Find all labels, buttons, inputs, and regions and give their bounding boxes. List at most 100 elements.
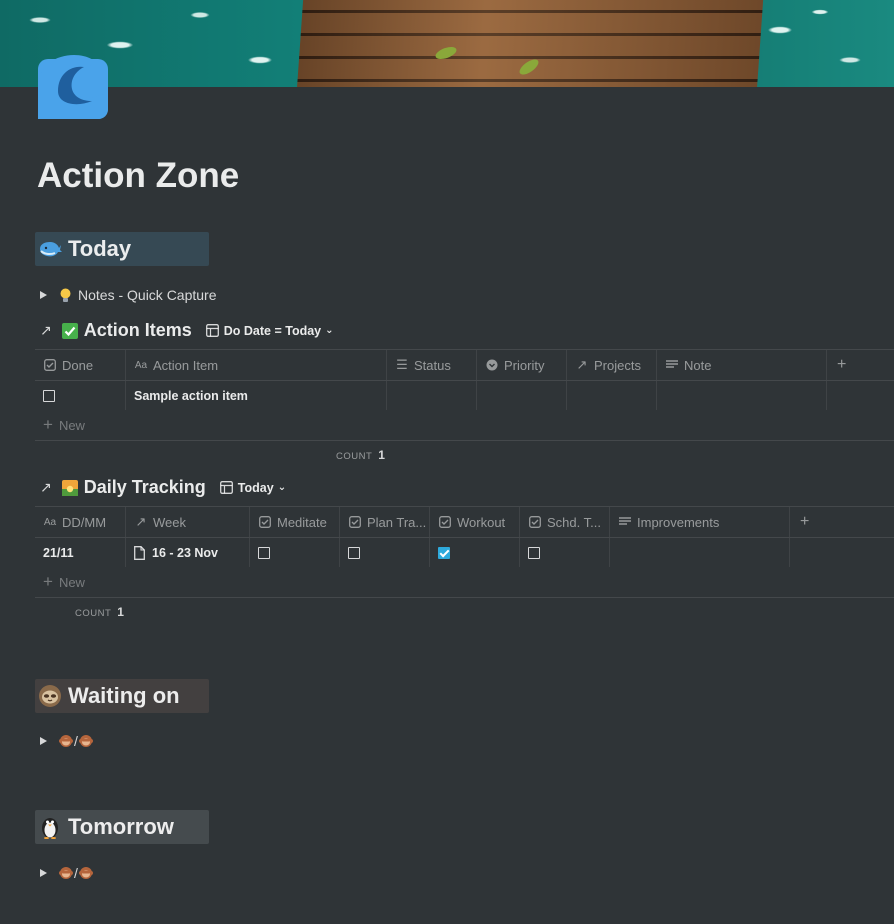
list-icon: ☰: [396, 357, 408, 372]
heading-waiting-on-label: Waiting on: [68, 683, 180, 708]
toggle-triangle-icon[interactable]: [40, 869, 47, 877]
plus-icon: +: [837, 356, 847, 373]
text-lines-icon: [665, 358, 679, 372]
wave-icon[interactable]: [38, 55, 108, 119]
cell-done[interactable]: [35, 381, 126, 410]
cell-action-item[interactable]: Sample action item: [126, 381, 387, 410]
cover-image[interactable]: [0, 0, 894, 87]
done-checkbox[interactable]: [43, 389, 55, 402]
toggle-triangle-icon[interactable]: [40, 737, 47, 745]
toggle-notes[interactable]: Notes - Quick Capture: [40, 287, 217, 303]
table-row[interactable]: Sample action item: [35, 381, 894, 410]
heading-today-label: Today: [68, 236, 132, 261]
open-link-arrow-icon[interactable]: ↗: [40, 479, 52, 496]
daily-tracking-count[interactable]: COUNT 1: [75, 605, 124, 619]
cell-status[interactable]: [387, 381, 477, 410]
text-aa-icon: Aa: [134, 359, 148, 371]
column-workout[interactable]: Workout: [430, 507, 520, 537]
toggle-waiting-label: /: [74, 733, 78, 749]
select-icon: [485, 358, 499, 372]
table-header: Aa DD/MM ↗ Week Meditate Plan Tra... Wor…: [35, 506, 894, 538]
cell-improvements[interactable]: [610, 538, 790, 567]
chevron-down-icon: ⌄: [325, 325, 334, 336]
daily-tracking-title[interactable]: Daily Tracking: [84, 477, 206, 498]
column-action-item[interactable]: Aa Action Item: [126, 350, 387, 380]
relation-arrow-icon: ↗: [135, 514, 147, 529]
column-date[interactable]: Aa DD/MM: [35, 507, 126, 537]
cell-date[interactable]: 21/11: [35, 538, 126, 567]
column-priority[interactable]: Priority: [477, 350, 567, 380]
new-row-button[interactable]: + New: [35, 567, 894, 598]
schd-checkbox[interactable]: [528, 546, 540, 559]
cell-priority[interactable]: [477, 381, 567, 410]
cover-dock: [296, 0, 764, 87]
monkey-icon: [78, 734, 93, 748]
daily-tracking-view-selector[interactable]: Today ⌄: [219, 481, 286, 495]
table-view-icon: [205, 324, 219, 337]
checkbox-prop-icon: [43, 358, 57, 372]
column-status[interactable]: ☰ Status: [387, 350, 477, 380]
add-column-button[interactable]: +: [827, 350, 894, 380]
column-schd[interactable]: Schd. T...: [520, 507, 610, 537]
open-link-arrow-icon[interactable]: ↗: [40, 322, 52, 339]
heading-waiting-on[interactable]: Waiting on: [35, 679, 209, 713]
cell-workout[interactable]: [430, 538, 520, 567]
toggle-triangle-icon[interactable]: [40, 291, 47, 299]
penguin-icon: [38, 815, 62, 839]
page-icon: [134, 545, 145, 560]
action-items-table: Done Aa Action Item ☰ Status Priority ↗ …: [35, 349, 894, 441]
toggle-tomorrow[interactable]: /: [40, 865, 93, 881]
cell-meditate[interactable]: [250, 538, 340, 567]
heading-today[interactable]: Today: [35, 232, 209, 266]
heading-tomorrow-label: Tomorrow: [68, 814, 174, 839]
page-title[interactable]: Action Zone: [37, 156, 239, 196]
monkey-icon: [78, 866, 93, 880]
plan-checkbox[interactable]: [348, 546, 360, 559]
column-plan[interactable]: Plan Tra...: [340, 507, 430, 537]
heading-tomorrow[interactable]: Tomorrow: [35, 810, 209, 844]
daily-tracking-header: ↗ Daily Tracking Today ⌄: [40, 477, 286, 498]
action-items-count[interactable]: COUNT 1: [336, 448, 385, 462]
workout-checkbox[interactable]: [438, 546, 450, 559]
cell-schd[interactable]: [520, 538, 610, 567]
column-meditate[interactable]: Meditate: [250, 507, 340, 537]
lightbulb-icon: [59, 288, 72, 303]
checkbox-prop-icon: [258, 515, 272, 529]
monkey-icon: [59, 734, 73, 748]
new-row-button[interactable]: + New: [35, 410, 894, 441]
relation-arrow-icon: ↗: [576, 357, 588, 372]
column-week[interactable]: ↗ Week: [126, 507, 250, 537]
plus-icon: +: [800, 513, 810, 530]
action-items-title[interactable]: Action Items: [84, 320, 192, 341]
table-row[interactable]: 21/11 16 - 23 Nov: [35, 538, 894, 567]
sunrise-icon: [61, 479, 78, 496]
table-view-icon: [219, 481, 233, 494]
plus-icon: +: [43, 572, 53, 591]
action-items-view-selector[interactable]: Do Date = Today ⌄: [205, 323, 334, 338]
sloth-icon: [38, 684, 62, 708]
cell-week[interactable]: 16 - 23 Nov: [126, 538, 250, 567]
text-aa-icon: Aa: [43, 516, 57, 528]
text-lines-icon: [618, 515, 632, 529]
checkbox-prop-icon: [528, 515, 542, 529]
column-improvements[interactable]: Improvements: [610, 507, 790, 537]
add-column-button[interactable]: +: [790, 507, 894, 537]
monkey-icon: [59, 866, 73, 880]
toggle-waiting[interactable]: /: [40, 733, 93, 749]
checkbox-prop-icon: [438, 515, 452, 529]
action-items-view-label: Do Date = Today: [223, 323, 322, 338]
cell-plan[interactable]: [340, 538, 430, 567]
week-link[interactable]: 16 - 23 Nov: [152, 546, 218, 560]
check-box-icon: [61, 322, 78, 339]
meditate-checkbox[interactable]: [258, 546, 270, 559]
cell-note[interactable]: [657, 381, 827, 410]
plus-icon: +: [43, 415, 53, 434]
checkbox-prop-icon: [348, 515, 362, 529]
toggle-tomorrow-label: /: [74, 865, 78, 881]
cell-projects[interactable]: [567, 381, 657, 410]
column-projects[interactable]: ↗ Projects: [567, 350, 657, 380]
daily-tracking-table: Aa DD/MM ↗ Week Meditate Plan Tra... Wor…: [35, 506, 894, 598]
column-done[interactable]: Done: [35, 350, 126, 380]
column-note[interactable]: Note: [657, 350, 827, 380]
table-header: Done Aa Action Item ☰ Status Priority ↗ …: [35, 349, 894, 381]
